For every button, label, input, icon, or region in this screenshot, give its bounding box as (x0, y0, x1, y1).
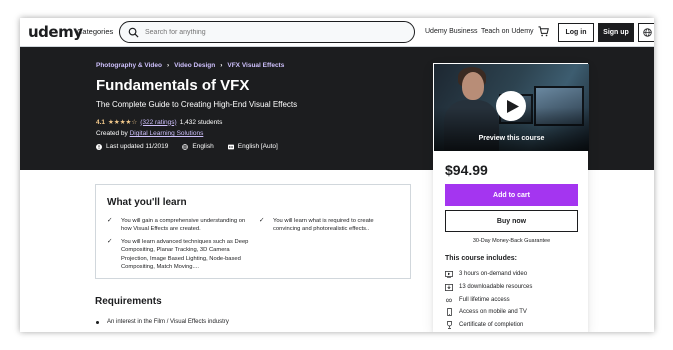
login-button[interactable]: Log in (558, 23, 594, 42)
includes-text: Full lifetime access (459, 296, 510, 303)
what-youll-learn-box: What you'll learn ✓ You will gain a comp… (95, 184, 411, 279)
includes-item: Access on mobile and TV (445, 306, 532, 319)
language-button[interactable] (638, 23, 654, 42)
preview-label: Preview this course (478, 135, 545, 142)
cart-icon[interactable] (538, 26, 549, 37)
learn-item-text: You will gain a comprehensive understand… (121, 218, 246, 233)
download-icon (445, 283, 453, 291)
breadcrumb-item[interactable]: Photography & Video (96, 62, 162, 69)
udemy-logo[interactable]: udemy (28, 23, 83, 41)
categories-link[interactable]: Categories (77, 27, 113, 36)
includes-item: 3 hours on-demand video (445, 268, 532, 281)
breadcrumb: Photography & Video › Video Design › VFX… (96, 62, 284, 69)
play-button[interactable] (496, 91, 526, 121)
browser-frame: udemy Categories Udemy Business Teach on… (20, 18, 654, 332)
course-meta: Last updated 11/2019 English English [Au… (96, 143, 278, 150)
includes-item: ∞ Full lifetime access (445, 293, 532, 306)
alert-icon (96, 143, 102, 150)
search-icon (128, 27, 139, 38)
includes-title: This course includes: (445, 255, 517, 262)
includes-text: 13 downloadable resources (459, 284, 533, 291)
udemy-business-link[interactable]: Udemy Business (425, 28, 478, 35)
includes-text: Certificate of completion (459, 322, 524, 329)
created-by-label: Created by (96, 130, 128, 137)
buy-now-button[interactable]: Buy now (445, 210, 578, 232)
course-preview[interactable]: Preview this course (434, 64, 589, 151)
chevron-right-icon: › (166, 62, 170, 69)
check-icon: ✓ (107, 217, 113, 224)
requirement-item: An interest in the Film / Visual Effects… (96, 319, 229, 325)
money-back-guarantee: 30-Day Money-Back Guarantee (472, 238, 551, 244)
play-icon (506, 99, 519, 113)
breadcrumb-item[interactable]: Video Design (174, 62, 215, 69)
check-icon: ✓ (259, 217, 265, 224)
check-icon: ✓ (107, 238, 113, 245)
teach-on-udemy-link[interactable]: Teach on Udemy (481, 28, 534, 35)
logo-text: udemy (28, 23, 83, 41)
learn-item: ✓ You will gain a comprehensive understa… (107, 217, 252, 234)
add-to-cart-button[interactable]: Add to cart (445, 184, 578, 206)
course-title: Fundamentals of VFX (96, 77, 250, 94)
signup-button[interactable]: Sign up (598, 23, 634, 42)
rating-row: 4.1 ★★★★☆ (322 ratings) 1,432 students (96, 118, 223, 127)
last-updated: Last updated 11/2019 (106, 143, 169, 150)
chevron-right-icon: › (220, 62, 223, 69)
students-count: 1,432 students (179, 118, 223, 126)
infinity-icon: ∞ (445, 294, 453, 305)
globe-icon (643, 28, 652, 37)
includes-text: 3 hours on-demand video (459, 271, 528, 278)
requirement-text: An interest in the Film / Visual Effects… (107, 319, 229, 325)
bullet-icon (96, 320, 99, 324)
includes-list: 3 hours on-demand video 13 downloadable … (445, 268, 532, 331)
learn-item: ✓ You will learn advanced techniques suc… (107, 238, 252, 272)
learn-item-text: You will learn advanced techniques such … (121, 239, 249, 271)
video-icon (445, 270, 453, 278)
author-link[interactable]: Digital Learning Solutions (130, 130, 204, 137)
includes-item: Certificate of completion (445, 319, 532, 332)
search-bar[interactable] (119, 21, 415, 43)
requirements-title: Requirements (95, 296, 162, 307)
globe-icon (182, 143, 189, 150)
ratings-count-link[interactable]: (322 ratings) (140, 119, 177, 126)
trophy-icon (445, 321, 453, 329)
breadcrumb-item[interactable]: VFX Visual Effects (227, 62, 284, 69)
top-header: udemy Categories Udemy Business Teach on… (20, 18, 654, 47)
includes-text: Access on mobile and TV (459, 309, 527, 316)
learn-item-text: You will learn what is required to creat… (273, 218, 374, 233)
learn-item: ✓ You will learn what is required to cre… (259, 217, 399, 234)
includes-item: 13 downloadable resources (445, 281, 532, 294)
rating-value: 4.1 (96, 118, 106, 126)
purchase-card: Preview this course $94.99 Add to cart B… (433, 63, 589, 332)
star-rating-icon: ★★★★☆ (108, 119, 138, 126)
created-by: Created by Digital Learning Solutions (96, 130, 203, 137)
course-subtitle: The Complete Guide to Creating High-End … (96, 100, 298, 109)
course-captions: English [Auto] (237, 143, 278, 150)
learn-title: What you'll learn (107, 197, 187, 208)
course-price: $94.99 (445, 162, 488, 178)
search-input[interactable] (145, 28, 395, 36)
course-language: English (192, 143, 214, 150)
closed-captions-icon (227, 144, 234, 149)
mobile-icon (445, 308, 453, 317)
